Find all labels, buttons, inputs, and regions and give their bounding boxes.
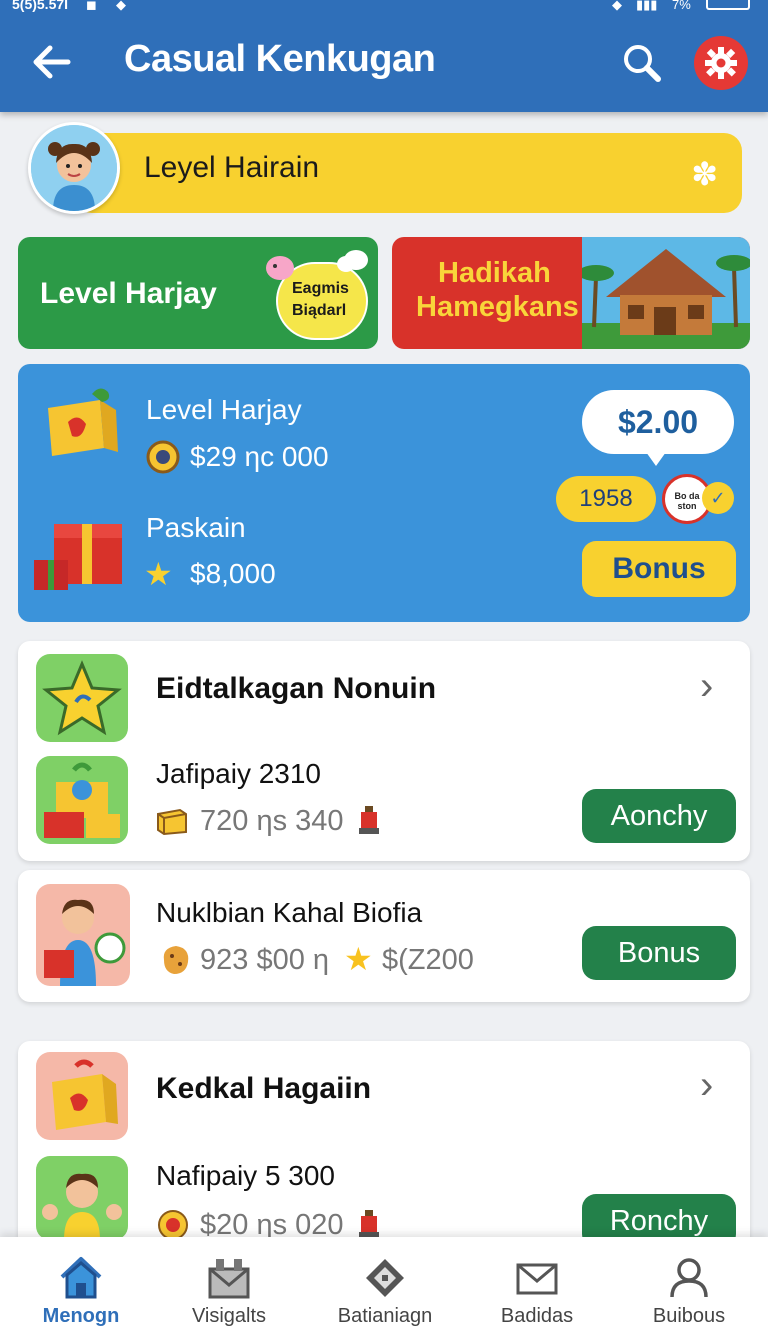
featured-bonus-button[interactable]: Bonus (582, 541, 736, 597)
box-icon (157, 808, 187, 836)
section-1-item-meta: 720 ηs 340 (200, 805, 344, 837)
gift-pile-icon (36, 756, 128, 844)
nav-label: Badidas (500, 1305, 574, 1327)
battery-icon (706, 0, 750, 10)
promo-tile-rewards-line-1: Hadikah (438, 257, 551, 289)
settings-button[interactable] (694, 36, 748, 90)
nav-item-visigalts[interactable]: Visigalts (164, 1255, 294, 1339)
status-time: 5(5)5.57I (12, 0, 69, 12)
envelope-icon (516, 1263, 558, 1295)
notification-icon: ◼ (86, 0, 97, 12)
promo-tile-level-label: Level Harjay (40, 277, 217, 310)
section-1-action-button[interactable]: Aonchy (582, 789, 736, 843)
nav-label: Visigalts (191, 1305, 267, 1327)
chevron-right-icon[interactable]: › (700, 664, 713, 709)
cloud-mascot-icon (266, 250, 368, 280)
star-icon: ★ (344, 941, 373, 977)
price-bubble: $2.00 (582, 390, 734, 466)
house-illustration-icon (582, 237, 750, 349)
nav-label: Buibous (652, 1305, 726, 1327)
page-title: Casual Kenkugan (124, 38, 436, 80)
featured-item1-title: Level Harjay (146, 394, 302, 425)
search-button[interactable] (618, 40, 668, 86)
featured-item2-value: $8,000 (190, 558, 276, 589)
level-banner[interactable]: Leyel Hairain ✽ (74, 133, 742, 213)
section-2-item-meta-b: $(Z200 (382, 944, 474, 976)
battery-percent: 7% (672, 0, 691, 12)
bottom-nav: Menogn Visigalts Batianiagn Badidas Buib… (0, 1237, 768, 1344)
user-icon (670, 1258, 708, 1298)
avatar[interactable] (28, 122, 120, 214)
puzzle-icon[interactable]: ✽ (691, 155, 718, 193)
back-button[interactable] (28, 40, 76, 84)
signal-icon: ▮▮▮ (636, 0, 658, 12)
nav-label: Batianiagn (337, 1305, 433, 1327)
coin-icon (146, 440, 180, 474)
nav-item-badidas[interactable]: Badidas (472, 1255, 602, 1339)
nav-label: Menogn (42, 1305, 120, 1327)
gift-box-icon (48, 388, 118, 456)
section-1-title: Eidtalkagan Nonuin (156, 672, 437, 705)
featured-item2-title: Paskain (146, 512, 246, 543)
cookie-icon (163, 946, 189, 974)
featured-item1-value: $29 ηc 000 (190, 441, 329, 472)
level-banner-label: Leyel Hairain (144, 151, 320, 184)
section-1-item-name: Jafipaiy 2310 (156, 758, 322, 789)
nav-item-batianiagn[interactable]: Batianiagn (320, 1255, 450, 1339)
chevron-right-icon[interactable]: › (700, 1063, 713, 1108)
section-2-item-name: Nuklbian Kahal Biofia (156, 897, 423, 928)
section-2-item-meta-a: 923 $00 η (200, 944, 330, 976)
shield-status-icon: ◆ (116, 0, 126, 12)
section-3-title: Kedkal Hagaiin (156, 1072, 372, 1105)
wifi-icon: ◆ (612, 0, 622, 12)
gift-diamond-icon (366, 1259, 404, 1297)
mail-stack-icon (208, 1259, 250, 1299)
check-shield-icon: ✓ (702, 482, 734, 514)
bubble-line-2: Biądarl (292, 302, 347, 319)
boy-gift-icon (36, 884, 130, 986)
promo-tile-rewards[interactable]: Hadikah Hamegkans (392, 237, 750, 349)
girl-avatar-icon (31, 125, 117, 211)
nav-item-buibous[interactable]: Buibous (624, 1255, 754, 1339)
promo-tile-rewards-line-2: Hamegkans (416, 291, 579, 323)
arrow-left-icon (33, 45, 71, 79)
app-bar: 5(5)5.57I ◼ ◆ ◆ ▮▮▮ 7% Casual Kenkugan (0, 0, 768, 112)
gear-icon (705, 47, 737, 79)
lantern-icon (359, 806, 379, 834)
section-2-action-button[interactable]: Bonus (582, 926, 736, 980)
nav-item-home[interactable]: Menogn (16, 1255, 146, 1339)
home-icon (60, 1257, 102, 1299)
kid-cheer-icon (36, 1156, 128, 1240)
search-icon (624, 45, 661, 82)
present-stack-icon (34, 524, 122, 590)
star-icon: ★ (144, 556, 173, 592)
chest-tile-icon (36, 1052, 128, 1140)
star-tile-icon (36, 654, 128, 742)
count-chip: 1958 (556, 476, 656, 522)
status-bar: 5(5)5.57I ◼ ◆ ◆ ▮▮▮ 7% (0, 0, 768, 14)
section-3-item-name: Nafipaiy 5 300 (156, 1160, 336, 1191)
